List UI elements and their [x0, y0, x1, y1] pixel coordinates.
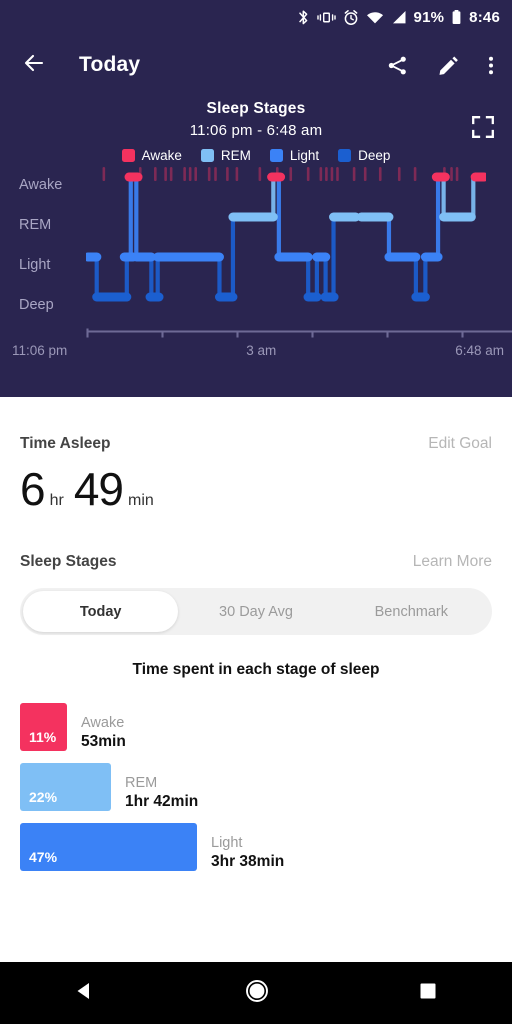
vibrate-icon: [316, 9, 336, 26]
tab-today[interactable]: Today: [23, 591, 179, 632]
wifi-icon: [366, 9, 384, 26]
x-label-mid: 3 am: [246, 343, 277, 358]
x-label-end: 6:48 am: [455, 343, 504, 358]
legend-swatch-rem: [200, 149, 214, 162]
asleep-hours: 6: [20, 463, 46, 515]
legend-label-light: Light: [289, 148, 320, 163]
stage-bar-list: 11% Awake 53min 22% REM 1hr 42min 47% Li…: [20, 703, 492, 871]
share-icon[interactable]: [386, 54, 409, 77]
battery-percent: 91%: [413, 8, 445, 26]
stage-duration-rem: 1hr 42min: [125, 793, 199, 810]
sleep-chart-panel: Sleep Stages 11:06 pm - 6:48 am Awake RE…: [0, 96, 512, 397]
legend-swatch-deep: [338, 149, 352, 162]
stage-info-rem: REM 1hr 42min: [111, 775, 198, 811]
time-asleep-value: 6 hr 49 min: [20, 462, 492, 516]
y-label-awake: Awake: [19, 177, 63, 193]
legend-item-light: Light: [269, 148, 320, 163]
chart-title: Sleep Stages: [206, 100, 306, 117]
nav-home-icon[interactable]: [244, 978, 270, 1009]
battery-icon: [451, 9, 462, 26]
legend-label-awake: Awake: [141, 148, 182, 163]
stage-row-rem[interactable]: 22% REM 1hr 42min: [20, 763, 492, 811]
nav-back-icon[interactable]: [74, 980, 96, 1007]
alarm-icon: [343, 9, 359, 26]
stage-percent-light: 47%: [29, 849, 58, 865]
stage-percent-rem: 22%: [29, 789, 58, 805]
stage-bar-rem: 22%: [20, 763, 111, 811]
nav-recents-icon[interactable]: [418, 981, 438, 1006]
asleep-minutes: 49: [73, 463, 124, 515]
chart-plot-area[interactable]: Awake REM Light Deep 11:06 pm 3 am 6:48 …: [0, 165, 512, 358]
stage-period-tabs: Today 30 Day Avg Benchmark: [20, 588, 492, 635]
legend-item-rem: REM: [200, 148, 251, 163]
stage-bar-awake: 11%: [20, 703, 67, 751]
status-bar: 91% 8:46: [0, 0, 512, 34]
stage-name-light: Light: [211, 835, 243, 851]
learn-more-button[interactable]: Learn More: [413, 553, 492, 571]
stage-row-awake[interactable]: 11% Awake 53min: [20, 703, 492, 751]
legend-swatch-awake: [121, 149, 135, 162]
hypnogram-svg: [86, 167, 486, 302]
pencil-icon[interactable]: [437, 54, 460, 77]
fullscreen-icon[interactable]: [472, 116, 494, 143]
detail-body: Time Asleep Edit Goal 6 hr 49 min Sleep …: [0, 435, 512, 871]
x-label-start: 11:06 pm: [12, 343, 68, 358]
page-title: Today: [79, 53, 141, 76]
tab-benchmark[interactable]: Benchmark: [334, 591, 489, 632]
chart-y-axis-labels: Awake REM Light Deep: [19, 165, 89, 325]
asleep-minutes-unit: min: [128, 492, 154, 509]
sleep-stages-label: Sleep Stages: [20, 553, 117, 570]
stage-name-awake: Awake: [81, 715, 125, 731]
time-asleep-header: Time Asleep Edit Goal: [20, 435, 492, 453]
app-bar: Today: [0, 34, 512, 96]
chart-x-axis-labels: 11:06 pm 3 am 6:48 am: [12, 343, 504, 358]
legend-label-deep: Deep: [358, 148, 391, 163]
clock-time: 8:46: [469, 8, 500, 26]
cellular-signal-icon: [391, 9, 407, 26]
tab-30-day-avg[interactable]: 30 Day Avg: [178, 591, 333, 632]
legend-item-deep: Deep: [338, 148, 390, 163]
stage-info-awake: Awake 53min: [67, 715, 126, 751]
stage-info-light: Light 3hr 38min: [197, 835, 284, 871]
bluetooth-icon: [297, 9, 310, 26]
stage-name-rem: REM: [125, 775, 158, 791]
sleep-detail-screen: 91% 8:46 Today Sleep Stages 11:06 pm - 6…: [0, 0, 512, 1024]
android-nav-bar: [0, 962, 512, 1024]
edit-goal-button[interactable]: Edit Goal: [428, 435, 492, 453]
time-asleep-label: Time Asleep: [20, 435, 111, 452]
legend-swatch-light: [269, 149, 283, 162]
legend-item-awake: Awake: [121, 148, 182, 163]
stage-duration-awake: 53min: [81, 733, 126, 750]
asleep-hours-unit: hr: [49, 492, 64, 509]
stage-breakdown-heading: Time spent in each stage of sleep: [132, 661, 380, 678]
chart-legend: Awake REM Light Deep: [0, 148, 512, 163]
legend-label-rem: REM: [220, 148, 251, 163]
stage-duration-light: 3hr 38min: [211, 853, 285, 870]
y-label-deep: Deep: [19, 297, 54, 313]
y-label-light: Light: [19, 257, 51, 273]
stage-percent-awake: 11%: [29, 729, 57, 745]
back-arrow-icon[interactable]: [22, 51, 46, 80]
y-label-rem: REM: [19, 217, 52, 233]
sleep-stages-header: Sleep Stages Learn More: [20, 553, 492, 571]
stage-row-light[interactable]: 47% Light 3hr 38min: [20, 823, 492, 871]
stage-bar-light: 47%: [20, 823, 197, 871]
chart-subtitle: 11:06 pm - 6:48 am: [189, 122, 323, 139]
more-vertical-icon[interactable]: [488, 54, 494, 77]
